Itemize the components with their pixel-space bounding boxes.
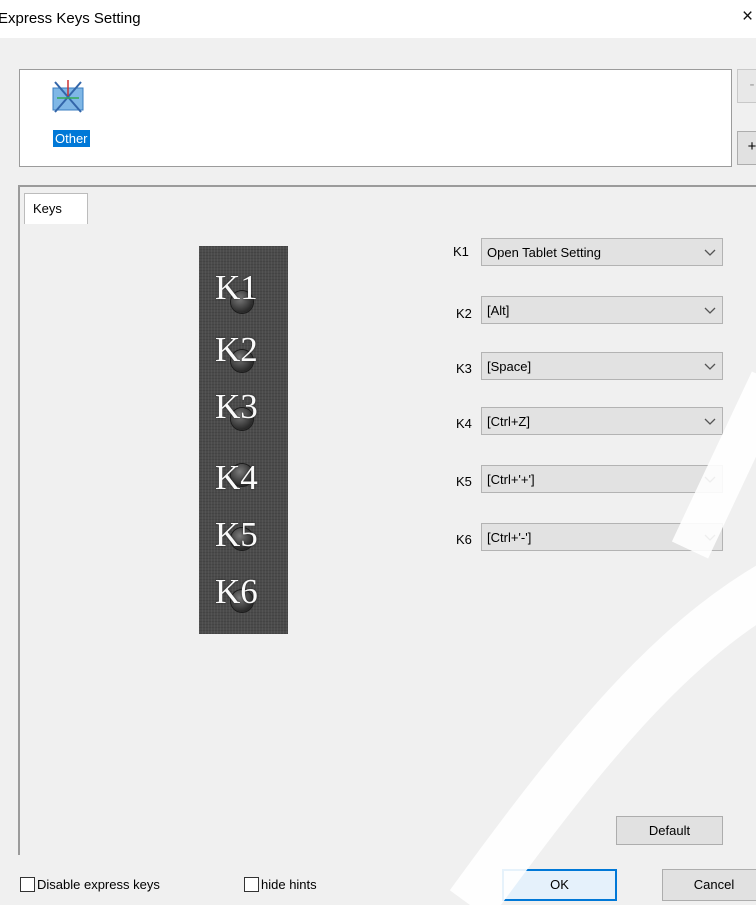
window-title: Express Keys Setting: [0, 10, 141, 27]
disable-express-keys-label: Disable express keys: [37, 877, 160, 892]
device-key-label-4: K4: [215, 458, 258, 497]
key-label-k2: K2: [456, 306, 472, 321]
disable-express-keys-option[interactable]: Disable express keys: [20, 876, 190, 894]
app-item-other[interactable]: Other: [36, 78, 96, 148]
chevron-down-icon: [704, 363, 716, 370]
close-icon[interactable]: ×: [742, 6, 756, 28]
hide-hints-option[interactable]: hide hints: [244, 876, 344, 894]
k5-mapping-value: [Ctrl+'+']: [487, 472, 535, 487]
key-label-k5: K5: [456, 474, 472, 489]
key-label-k1: K1: [453, 244, 469, 259]
cancel-button[interactable]: Cancel: [662, 869, 756, 901]
device-key-label-5: K5: [215, 515, 258, 554]
title-bar: Express Keys Setting ×: [0, 0, 756, 38]
tab-keys[interactable]: Keys: [24, 193, 88, 224]
hide-hints-checkbox[interactable]: [244, 877, 259, 892]
k2-mapping-dropdown[interactable]: [Alt]: [481, 296, 723, 324]
k1-mapping-value: Open Tablet Setting: [487, 245, 601, 260]
ok-button[interactable]: OK: [502, 869, 617, 901]
remove-app-button[interactable]: -: [737, 69, 756, 103]
add-app-button[interactable]: +: [737, 131, 756, 165]
device-key-label-1: K1: [215, 268, 258, 307]
k2-mapping-value: [Alt]: [487, 303, 510, 318]
other-app-icon: [52, 80, 84, 113]
k1-mapping-dropdown[interactable]: Open Tablet Setting: [481, 238, 723, 266]
key-label-k6: K6: [456, 532, 472, 547]
tab-panel-keys: [18, 185, 756, 855]
chevron-down-icon: [704, 534, 716, 541]
device-key-label-6: K6: [215, 572, 258, 611]
application-list[interactable]: Other: [19, 69, 732, 167]
disable-express-keys-checkbox[interactable]: [20, 877, 35, 892]
app-item-label: Other: [53, 130, 90, 147]
chevron-down-icon: [704, 418, 716, 425]
default-button[interactable]: Default: [616, 816, 723, 845]
k4-mapping-dropdown[interactable]: [Ctrl+Z]: [481, 407, 723, 435]
k6-mapping-value: [Ctrl+'-']: [487, 530, 532, 545]
chevron-down-icon: [704, 307, 716, 314]
hide-hints-label: hide hints: [261, 877, 317, 892]
chevron-down-icon: [704, 249, 716, 256]
chevron-down-icon: [704, 476, 716, 483]
k3-mapping-dropdown[interactable]: [Space]: [481, 352, 723, 380]
device-key-label-3: K3: [215, 387, 258, 426]
k4-mapping-value: [Ctrl+Z]: [487, 414, 530, 429]
k5-mapping-dropdown[interactable]: [Ctrl+'+']: [481, 465, 723, 493]
tab-keys-label: Keys: [33, 201, 62, 216]
tablet-keys-image: K1 K2 K3 K4 K5 K6: [199, 246, 288, 634]
device-key-label-2: K2: [215, 330, 258, 369]
key-label-k4: K4: [456, 416, 472, 431]
k3-mapping-value: [Space]: [487, 359, 532, 374]
key-label-k3: K3: [456, 361, 472, 376]
k6-mapping-dropdown[interactable]: [Ctrl+'-']: [481, 523, 723, 551]
